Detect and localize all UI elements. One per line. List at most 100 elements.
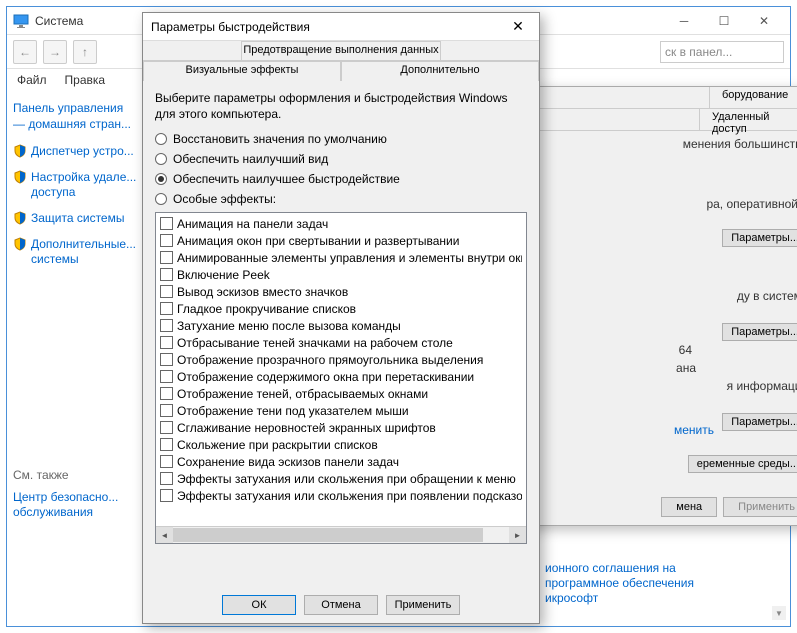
tab-remote[interactable]: Удаленный доступ xyxy=(700,109,797,130)
check-label: Отображение прозрачного прямоугольника в… xyxy=(177,353,483,367)
radio-option-1[interactable]: Обеспечить наилучший вид xyxy=(155,152,527,166)
checkbox-icon[interactable] xyxy=(160,489,173,502)
radio-icon[interactable] xyxy=(155,153,167,165)
ok-button[interactable]: ОК xyxy=(222,595,296,615)
close-button[interactable]: ✕ xyxy=(744,10,784,32)
scrollbar-thumb[interactable] xyxy=(173,528,483,542)
checkbox-icon[interactable] xyxy=(160,387,173,400)
radio-label: Обеспечить наилучшее быстродействие xyxy=(173,172,400,186)
cancel-button[interactable]: Отмена xyxy=(304,595,378,615)
check-row-1[interactable]: Анимация окон при свертывании и разверты… xyxy=(160,232,522,249)
license-link-1[interactable]: ионного соглашения на xyxy=(545,561,676,575)
checkbox-icon[interactable] xyxy=(160,217,173,230)
check-label: Эффекты затухания или скольжения при поя… xyxy=(177,489,522,503)
check-row-5[interactable]: Гладкое прокручивание списков xyxy=(160,300,522,317)
check-label: Вывод эскизов вместо значков xyxy=(177,285,348,299)
up-button[interactable]: ↑ xyxy=(73,40,97,64)
checkbox-icon[interactable] xyxy=(160,404,173,417)
scroll-right-icon[interactable]: ► xyxy=(509,527,526,543)
checkbox-icon[interactable] xyxy=(160,319,173,332)
radio-option-2[interactable]: Обеспечить наилучшее быстродействие xyxy=(155,172,527,186)
checkbox-icon[interactable] xyxy=(160,472,173,485)
radio-label: Обеспечить наилучший вид xyxy=(173,152,328,166)
check-row-12[interactable]: Сглаживание неровностей экранных шрифтов xyxy=(160,419,522,436)
menu-file[interactable]: Файл xyxy=(17,73,47,87)
minimize-button[interactable]: ─ xyxy=(664,10,704,32)
check-row-11[interactable]: Отображение тени под указателем мыши xyxy=(160,402,522,419)
tab-hardware[interactable]: борудование xyxy=(710,87,797,108)
checkbox-icon[interactable] xyxy=(160,438,173,451)
checkbox-icon[interactable] xyxy=(160,336,173,349)
radio-icon[interactable] xyxy=(155,173,167,185)
check-label: Сглаживание неровностей экранных шрифтов xyxy=(177,421,436,435)
license-link-3[interactable]: икрософт xyxy=(545,591,598,605)
check-label: Анимация на панели задач xyxy=(177,217,328,231)
radio-icon[interactable] xyxy=(155,133,167,145)
performance-settings-button[interactable]: Параметры... xyxy=(722,229,797,247)
checkbox-icon[interactable] xyxy=(160,302,173,315)
perf-titlebar[interactable]: Параметры быстродействия ✕ xyxy=(143,13,539,41)
check-row-13[interactable]: Скольжение при раскрытии списков xyxy=(160,436,522,453)
env-vars-button[interactable]: еременные среды... xyxy=(688,455,797,473)
check-label: Отображение тени под указателем мыши xyxy=(177,404,409,418)
tab-advanced[interactable]: Дополнительно xyxy=(341,61,539,81)
shield-icon xyxy=(13,144,27,158)
check-row-9[interactable]: Отображение содержимого окна при перетас… xyxy=(160,368,522,385)
back-button[interactable]: ← xyxy=(13,40,37,64)
sidebar-item-protection[interactable]: Защита системы xyxy=(13,211,137,227)
search-input[interactable]: ск в панел... xyxy=(660,41,784,63)
check-row-14[interactable]: Сохранение вида эскизов панели задач xyxy=(160,453,522,470)
radio-icon[interactable] xyxy=(155,193,167,205)
arch-text: 64 xyxy=(679,343,692,357)
check-label: Анимация окон при свертывании и разверты… xyxy=(177,234,459,248)
check-label: Эффекты затухания или скольжения при обр… xyxy=(177,472,516,486)
checkbox-icon[interactable] xyxy=(160,285,173,298)
scroll-down-button[interactable]: ▼ xyxy=(772,606,786,620)
sysprop-cancel-button[interactable]: мена xyxy=(661,497,717,517)
tab-visual-effects[interactable]: Визуальные эффекты xyxy=(143,61,341,81)
sidebar-item-advanced[interactable]: Дополнительные... системы xyxy=(13,237,137,268)
scroll-left-icon[interactable]: ◄ xyxy=(156,527,173,543)
shield-icon xyxy=(13,211,27,225)
monitor-icon xyxy=(13,14,29,28)
security-center-link[interactable]: Центр безопасно... обслуживания xyxy=(13,490,137,521)
check-row-15[interactable]: Эффекты затухания или скольжения при обр… xyxy=(160,470,522,487)
change-link[interactable]: менить xyxy=(674,423,714,437)
checkbox-icon[interactable] xyxy=(160,455,173,468)
check-row-0[interactable]: Анимация на панели задач xyxy=(160,215,522,232)
forward-button[interactable]: → xyxy=(43,40,67,64)
check-row-3[interactable]: Включение Peek xyxy=(160,266,522,283)
checkbox-icon[interactable] xyxy=(160,234,173,247)
checkbox-icon[interactable] xyxy=(160,370,173,383)
checkbox-icon[interactable] xyxy=(160,268,173,281)
maximize-button[interactable]: ☐ xyxy=(704,10,744,32)
profile-settings-button[interactable]: Параметры... xyxy=(722,323,797,341)
check-label: Отбрасывание теней значками на рабочем с… xyxy=(177,336,453,350)
license-link-2[interactable]: программное обеспечения xyxy=(545,576,694,590)
see-also-label: См. также xyxy=(13,468,137,482)
checkbox-icon[interactable] xyxy=(160,251,173,264)
check-row-16[interactable]: Эффекты затухания или скольжения при поя… xyxy=(160,487,522,504)
apply-button[interactable]: Применить xyxy=(386,595,460,615)
sysprop-apply-button[interactable]: Применить xyxy=(723,497,797,517)
startup-settings-button[interactable]: Параметры... xyxy=(722,413,797,431)
radio-option-3[interactable]: Особые эффекты: xyxy=(155,192,527,206)
check-row-7[interactable]: Отбрасывание теней значками на рабочем с… xyxy=(160,334,522,351)
control-panel-home-link[interactable]: Панель управления — домашняя стран... xyxy=(13,101,137,132)
checkbox-icon[interactable] xyxy=(160,421,173,434)
check-row-6[interactable]: Затухание меню после вызова команды xyxy=(160,317,522,334)
close-icon[interactable]: ✕ xyxy=(505,17,531,37)
ana-text: ана xyxy=(676,361,696,375)
check-row-2[interactable]: Анимированные элементы управления и элем… xyxy=(160,249,522,266)
radio-option-0[interactable]: Восстановить значения по умолчанию xyxy=(155,132,527,146)
check-label: Отображение теней, отбрасываемых окнами xyxy=(177,387,428,401)
horizontal-scrollbar[interactable]: ◄ ► xyxy=(156,526,526,543)
tab-dep[interactable]: Предотвращение выполнения данных xyxy=(241,41,441,60)
sidebar-item-device-manager[interactable]: Диспетчер устро... xyxy=(13,144,137,160)
check-row-4[interactable]: Вывод эскизов вместо значков xyxy=(160,283,522,300)
menu-edit[interactable]: Правка xyxy=(65,73,106,87)
checkbox-icon[interactable] xyxy=(160,353,173,366)
sidebar-item-remote[interactable]: Настройка удале... доступа xyxy=(13,170,137,201)
check-row-10[interactable]: Отображение теней, отбрасываемых окнами xyxy=(160,385,522,402)
check-row-8[interactable]: Отображение прозрачного прямоугольника в… xyxy=(160,351,522,368)
